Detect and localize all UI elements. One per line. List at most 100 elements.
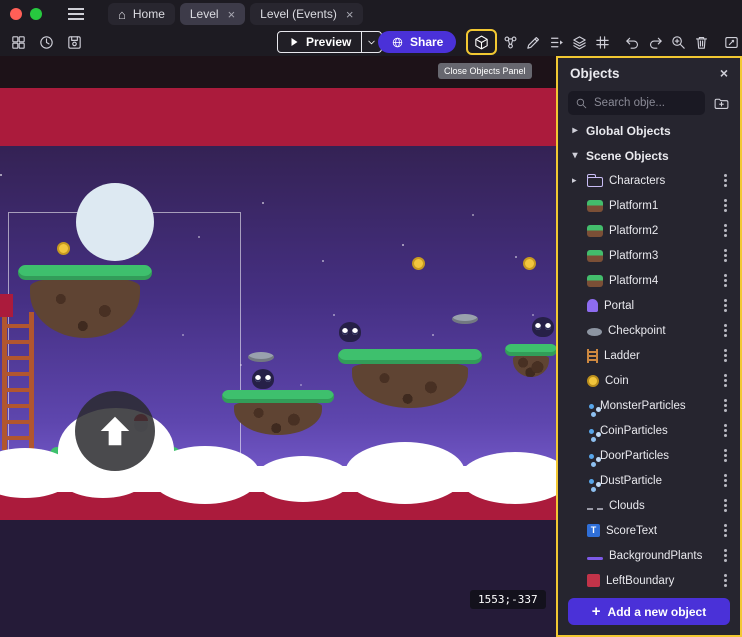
object-name: Portal [604, 300, 714, 312]
objects-panel: Objects × ▸ Global Objects [556, 56, 742, 637]
zoom-in-button[interactable] [668, 31, 688, 53]
scene-editor-canvas[interactable]: 1553;-337 [0, 56, 557, 637]
close-icon[interactable]: × [720, 65, 728, 81]
monster-sprite[interactable] [532, 317, 554, 337]
object-list-item[interactable]: Ladder [558, 343, 740, 368]
left-boundary-sprite[interactable] [0, 294, 13, 317]
touch-up-control[interactable] [75, 391, 155, 471]
undo-button[interactable] [622, 31, 642, 53]
add-object-button[interactable]: + Add a new object [568, 598, 730, 625]
object-name: ScoreText [606, 525, 714, 537]
app-window: Home Level Level (Events) [0, 0, 742, 637]
object-list-item[interactable]: Clouds [558, 493, 740, 518]
moon-sprite[interactable] [76, 183, 154, 261]
layers-button[interactable] [569, 31, 589, 53]
grid-toggle-button[interactable] [592, 31, 612, 53]
object-list-item[interactable]: MonsterParticles [558, 393, 740, 418]
item-menu-button[interactable] [720, 474, 730, 488]
global-objects-header[interactable]: ▸ Global Objects [558, 118, 740, 143]
item-menu-button[interactable] [720, 274, 730, 288]
checkpoint-sprite[interactable] [248, 352, 274, 362]
item-menu-button[interactable] [720, 249, 730, 263]
item-menu-button[interactable] [720, 574, 730, 588]
edit-button[interactable] [523, 31, 543, 53]
item-menu-button[interactable] [720, 399, 730, 413]
preview-button[interactable]: Preview [277, 31, 382, 53]
panel-title: Objects [570, 66, 620, 81]
object-list-item[interactable]: Platform4 [558, 268, 740, 293]
object-list-item[interactable]: CoinParticles [558, 418, 740, 443]
object-list-item[interactable]: Checkpoint [558, 318, 740, 343]
item-menu-button[interactable] [720, 174, 730, 188]
editor-tab[interactable]: Home [108, 3, 175, 25]
object-thumbnail-icon [587, 225, 603, 237]
item-menu-button[interactable] [720, 424, 730, 438]
object-name: DustParticle [600, 475, 714, 487]
object-list-item[interactable]: Portal [558, 293, 740, 318]
coin-sprite[interactable] [57, 242, 70, 255]
editor-tab[interactable]: Level (Events) [250, 3, 363, 25]
object-list-item[interactable]: Platform2 [558, 218, 740, 243]
chevron-down-icon: ▾ [570, 150, 580, 161]
delete-button[interactable] [691, 31, 711, 53]
scene-properties-button[interactable] [721, 31, 741, 53]
edit-properties-icon [723, 34, 740, 51]
item-menu-button[interactable] [720, 299, 730, 313]
item-menu-button[interactable] [720, 524, 730, 538]
item-menu-button[interactable] [720, 224, 730, 238]
object-list-item[interactable]: Coin [558, 368, 740, 393]
tooltip: Close Objects Panel [438, 63, 532, 79]
object-list-item[interactable]: ScoreText [558, 518, 740, 543]
object-list-item[interactable]: Characters [558, 168, 740, 193]
traffic-lights [10, 8, 42, 20]
object-name: LeftBoundary [606, 575, 714, 587]
platform-sprite[interactable] [338, 349, 482, 364]
ladder-sprite[interactable] [2, 312, 34, 450]
up-arrow-icon [96, 412, 134, 450]
editor-tab[interactable]: Level [180, 3, 245, 25]
object-name: Checkpoint [608, 325, 714, 337]
object-groups-button[interactable] [500, 31, 520, 53]
object-list-item[interactable]: Platform3 [558, 243, 740, 268]
zoom-window-button[interactable] [30, 8, 42, 20]
monster-sprite[interactable] [252, 369, 274, 389]
history-button[interactable] [36, 31, 56, 53]
save-button[interactable] [64, 31, 84, 53]
share-button[interactable]: Share [378, 31, 456, 53]
object-list-item[interactable]: DustParticle [558, 468, 740, 493]
platform-sprite[interactable] [222, 390, 334, 403]
item-menu-button[interactable] [720, 449, 730, 463]
project-manager-button[interactable] [8, 31, 28, 53]
object-list: Characters Platform1 Platform2 [558, 168, 740, 590]
object-list-item[interactable]: Platform1 [558, 193, 740, 218]
object-name: Platform3 [609, 250, 714, 262]
layers-icon [571, 34, 588, 51]
object-list-item[interactable]: BackgroundPlants [558, 543, 740, 568]
platform-sprite[interactable] [18, 265, 152, 280]
project-manager-icon [10, 34, 27, 51]
item-menu-button[interactable] [720, 499, 730, 513]
item-menu-button[interactable] [720, 349, 730, 363]
objects-panel-toggle-button[interactable] [466, 29, 497, 55]
checkpoint-sprite[interactable] [452, 314, 478, 324]
coin-sprite[interactable] [523, 257, 536, 270]
cloud-layer[interactable] [0, 466, 557, 492]
menu-icon[interactable] [68, 13, 84, 15]
redo-button[interactable] [645, 31, 665, 53]
tab-close-icon[interactable] [344, 8, 354, 21]
tab-close-icon[interactable] [226, 8, 236, 21]
coin-sprite[interactable] [412, 257, 425, 270]
item-menu-button[interactable] [720, 374, 730, 388]
object-list-item[interactable]: DoorParticles [558, 443, 740, 468]
platform-sprite[interactable] [505, 344, 557, 356]
item-menu-button[interactable] [720, 324, 730, 338]
instances-list-button[interactable] [546, 31, 566, 53]
object-list-item[interactable]: LeftBoundary [558, 568, 740, 590]
item-menu-button[interactable] [720, 199, 730, 213]
item-menu-button[interactable] [720, 549, 730, 563]
monster-sprite[interactable] [339, 322, 361, 342]
search-input[interactable] [594, 97, 698, 109]
close-window-button[interactable] [10, 8, 22, 20]
scene-objects-header[interactable]: ▾ Scene Objects [558, 143, 740, 168]
add-folder-button[interactable] [713, 95, 730, 112]
